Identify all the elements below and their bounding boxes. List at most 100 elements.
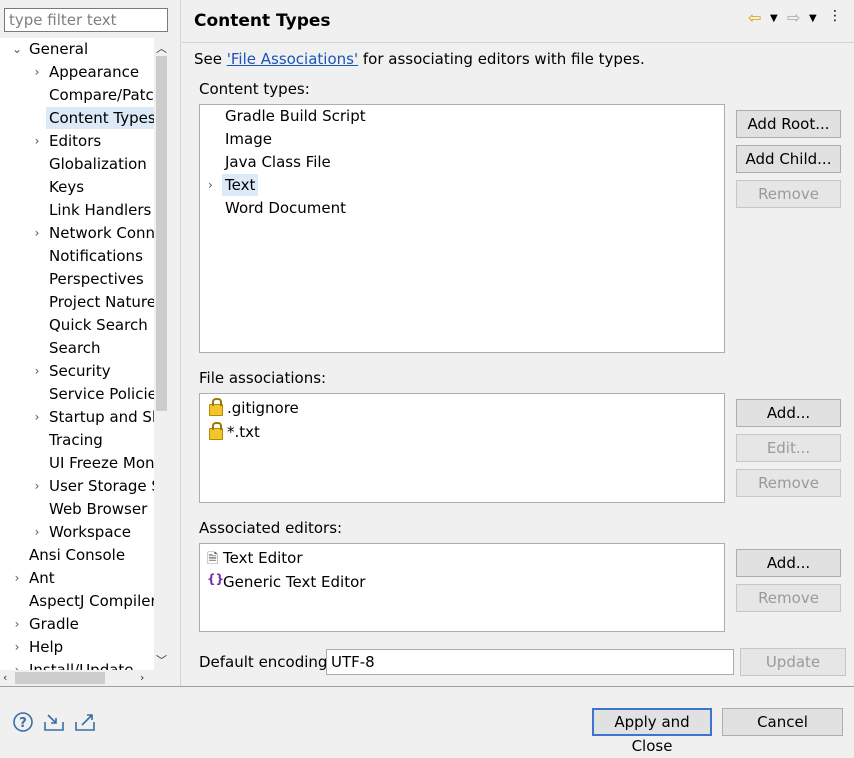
tree-item-label: Ansi Console [29, 546, 126, 564]
tree-vertical-scrollbar[interactable]: ︿ ﹀ [154, 38, 169, 670]
default-encoding-input[interactable] [326, 649, 734, 675]
content-type-item[interactable]: Image [225, 128, 272, 150]
tree-item[interactable]: › Ant [0, 567, 154, 589]
remove-editor-button[interactable]: Remove [736, 584, 841, 612]
expand-chevron-icon[interactable]: › [30, 222, 44, 244]
tree-item[interactable]: Link Handlers [0, 199, 154, 221]
file-associations-link[interactable]: 'File Associations' [227, 50, 358, 68]
tree-item-label: Keys [49, 178, 85, 196]
add-child-button[interactable]: Add Child... [736, 145, 841, 173]
tree-item[interactable]: Keys [0, 176, 154, 198]
preference-tree[interactable]: ⌄ General › Appearance Compare/Patch Content … [0, 38, 154, 670]
tree-item[interactable]: Globalization [0, 153, 154, 175]
expand-chevron-icon[interactable]: › [10, 659, 24, 670]
editor-item[interactable]: Generic Text Editor [223, 571, 365, 593]
cancel-button[interactable]: Cancel [722, 708, 843, 736]
expand-chevron-icon[interactable]: › [30, 130, 44, 152]
tree-vertical-scroll-thumb[interactable] [156, 56, 167, 411]
tree-item-label: Quick Search [49, 316, 148, 334]
tree-item[interactable]: Quick Search [0, 314, 154, 336]
tree-item[interactable]: › Startup and Shu [0, 406, 154, 428]
tree-item[interactable]: › Workspace [0, 521, 154, 543]
tree-item[interactable]: ⌄ General [0, 38, 154, 60]
tree-item[interactable]: › Editors [0, 130, 154, 152]
file-associations-list[interactable]: .gitignore *.txt [199, 393, 725, 503]
generic-editor-icon: {} [207, 572, 225, 586]
content-type-item[interactable]: Word Document [225, 197, 346, 219]
tree-item[interactable]: Project Natures [0, 291, 154, 313]
add-root-button[interactable]: Add Root... [736, 110, 841, 138]
editor-item[interactable]: Text Editor [223, 547, 303, 569]
tree-horizontal-scrollbar[interactable]: ‹ › [0, 670, 154, 686]
content-type-item-selected[interactable]: Text [222, 174, 259, 196]
tree-item[interactable]: Service Policies [0, 383, 154, 405]
back-arrow-icon[interactable]: ⇦ [748, 8, 761, 27]
add-file-association-button[interactable]: Add... [736, 399, 841, 427]
tree-item[interactable]: Compare/Patch [0, 84, 154, 106]
export-icon[interactable] [73, 711, 97, 733]
expand-chevron-icon[interactable]: › [30, 360, 44, 382]
tree-item[interactable]: AspectJ Compiler [0, 590, 154, 612]
panel-divider[interactable] [180, 0, 181, 686]
update-encoding-button[interactable]: Update [740, 648, 846, 676]
forward-arrow-icon[interactable]: ⇨ [787, 8, 800, 27]
tree-item[interactable]: Notifications [0, 245, 154, 267]
edit-file-association-button[interactable]: Edit... [736, 434, 841, 462]
back-menu-chevron-icon[interactable]: ▼ [770, 13, 778, 24]
forward-menu-chevron-icon[interactable]: ▼ [809, 13, 817, 24]
tree-horizontal-scroll-thumb[interactable] [15, 672, 105, 684]
lock-icon [209, 422, 223, 440]
tree-item[interactable]: › User Storage Se [0, 475, 154, 497]
apply-and-close-button[interactable]: Apply and Close [592, 708, 712, 755]
tree-item[interactable]: Web Browser [0, 498, 154, 520]
tree-item-label: Gradle [29, 615, 79, 633]
tree-item[interactable]: Tracing [0, 429, 154, 451]
tree-item-label: UI Freeze Moni [49, 454, 154, 472]
add-editor-button[interactable]: Add... [736, 549, 841, 577]
expand-chevron-icon[interactable]: › [10, 636, 24, 658]
help-icon[interactable]: ? [12, 711, 36, 733]
tree-item-label: AspectJ Compiler [29, 592, 154, 610]
lock-icon [209, 398, 223, 416]
tree-item[interactable]: › Help [0, 636, 154, 658]
svg-text:?: ? [19, 716, 27, 731]
tree-item[interactable]: › Install/Update [0, 659, 154, 670]
associated-editors-list[interactable]: 🗎 Text Editor {} Generic Text Editor [199, 543, 725, 632]
tree-item-label: Tracing [49, 431, 103, 449]
content-types-tree[interactable]: › Gradle Build Script Image Java Class F… [199, 104, 725, 353]
file-association-item[interactable]: *.txt [227, 421, 260, 443]
tree-item-label: Service Policies [49, 385, 154, 403]
file-association-item[interactable]: .gitignore [227, 397, 299, 419]
description-prefix: See [194, 50, 227, 68]
remove-content-type-button[interactable]: Remove [736, 180, 841, 208]
expand-chevron-icon[interactable]: › [10, 567, 24, 589]
tree-item[interactable]: Perspectives [0, 268, 154, 290]
tree-item[interactable]: UI Freeze Moni [0, 452, 154, 474]
expand-chevron-icon[interactable]: › [30, 521, 44, 543]
remove-file-association-button[interactable]: Remove [736, 469, 841, 497]
content-type-item[interactable]: Gradle Build Script [225, 105, 366, 127]
import-icon[interactable] [42, 711, 66, 733]
tree-item[interactable]: Search [0, 337, 154, 359]
expand-chevron-icon[interactable]: › [30, 406, 44, 428]
scroll-left-icon[interactable]: ‹ [3, 671, 7, 684]
tree-item[interactable]: › Network Conne [0, 222, 154, 244]
filter-input[interactable] [4, 8, 168, 32]
expand-chevron-icon[interactable]: › [30, 475, 44, 497]
associated-editors-label: Associated editors: [199, 519, 343, 537]
tree-item[interactable]: › Security [0, 360, 154, 382]
tree-item[interactable]: › Appearance [0, 61, 154, 83]
tree-item[interactable]: Ansi Console [0, 544, 154, 566]
scroll-right-icon[interactable]: › [140, 671, 144, 684]
content-type-item[interactable]: Java Class File [225, 151, 331, 173]
tree-item[interactable]: Content Types [0, 107, 154, 129]
collapse-chevron-icon[interactable]: ⌄ [10, 38, 24, 60]
tree-item-label: General [29, 40, 89, 58]
expand-chevron-icon[interactable]: › [30, 61, 44, 83]
tree-item[interactable]: › Gradle [0, 613, 154, 635]
text-expand-chevron-icon[interactable]: › [208, 178, 213, 192]
scroll-up-icon[interactable]: ︿ [156, 40, 167, 56]
expand-chevron-icon[interactable]: › [10, 613, 24, 635]
view-menu-icon[interactable]: ⋮ [828, 8, 842, 24]
scroll-down-icon[interactable]: ﹀ [156, 652, 167, 668]
